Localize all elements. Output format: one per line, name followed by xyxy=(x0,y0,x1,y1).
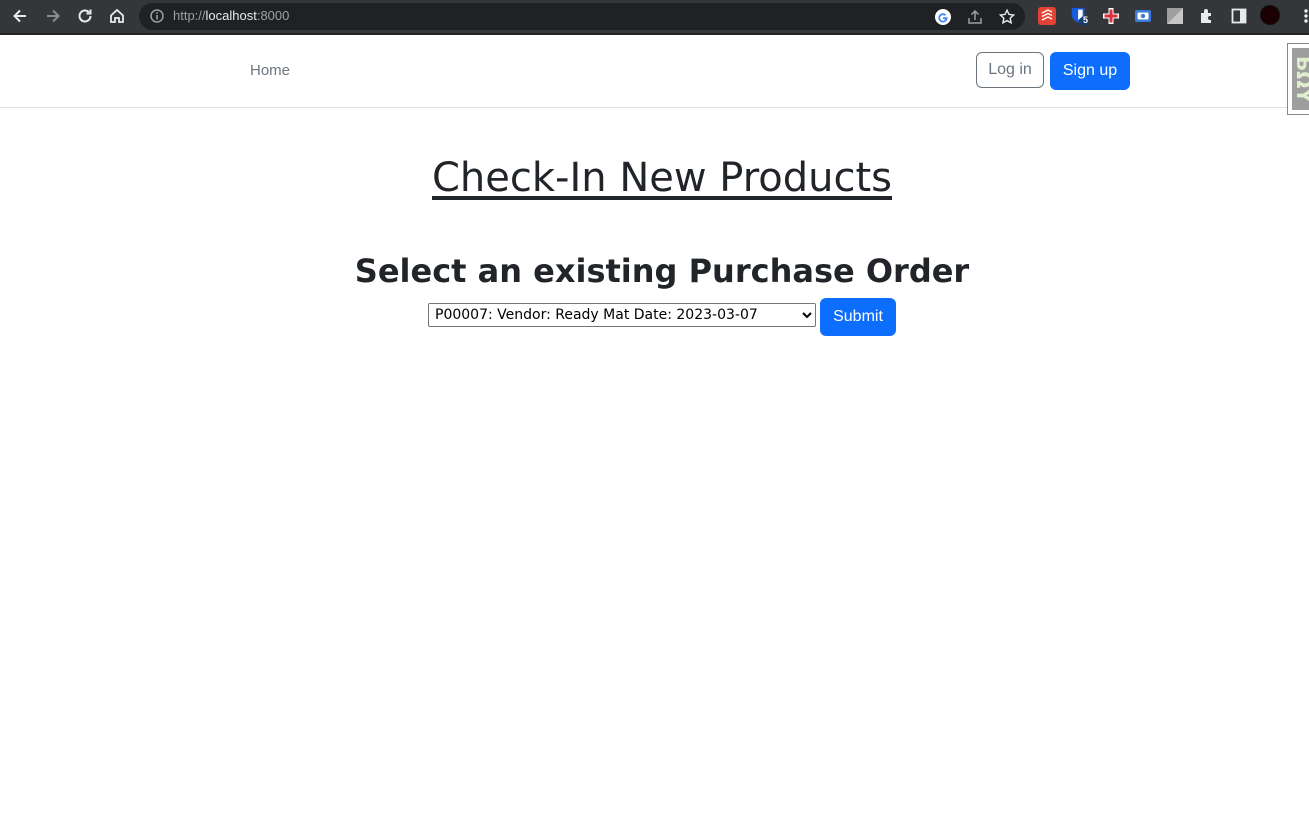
bookmark-star-icon[interactable] xyxy=(997,7,1017,27)
nav-home-link[interactable]: Home xyxy=(250,62,290,79)
menu-icon[interactable] xyxy=(1296,6,1309,26)
info-icon[interactable] xyxy=(149,8,165,28)
address-bar[interactable]: http://localhost:8000 xyxy=(139,3,1025,30)
todoist-icon[interactable] xyxy=(1037,6,1057,26)
forward-icon[interactable] xyxy=(41,4,65,28)
side-panel-icon[interactable] xyxy=(1229,6,1249,26)
url-text: http://localhost:8000 xyxy=(173,8,289,23)
extension-badge: 5 xyxy=(1083,15,1089,25)
reload-icon[interactable] xyxy=(73,4,97,28)
medical-cross-icon[interactable] xyxy=(1101,6,1121,26)
section-title: Select an existing Purchase Order xyxy=(354,252,970,290)
bitwarden-icon[interactable]: 5 xyxy=(1069,6,1089,26)
submit-button[interactable]: Submit xyxy=(820,298,896,336)
side-widget-label: БΩΥ xyxy=(1292,48,1309,110)
puzzle-icon[interactable] xyxy=(1197,6,1217,26)
url-port: :8000 xyxy=(256,8,290,23)
url-scheme: http:// xyxy=(173,8,206,23)
share-icon[interactable] xyxy=(965,7,985,27)
side-widget[interactable]: БΩΥ xyxy=(1287,43,1309,115)
google-icon[interactable] xyxy=(933,7,953,27)
purchase-order-select[interactable]: P00007: Vendor: Ready Mat Date: 2023-03-… xyxy=(428,303,816,327)
site-navbar: Home Log in Sign up xyxy=(0,35,1309,108)
gray-square-icon[interactable] xyxy=(1165,6,1185,26)
signup-button[interactable]: Sign up xyxy=(1050,52,1130,90)
screen-capture-icon[interactable] xyxy=(1133,6,1153,26)
page-title: Check-In New Products xyxy=(431,155,893,201)
login-button[interactable]: Log in xyxy=(976,52,1044,88)
home-icon[interactable] xyxy=(105,4,129,28)
url-host: localhost xyxy=(205,8,257,23)
profile-avatar-icon[interactable] xyxy=(1260,5,1280,25)
browser-toolbar: http://localhost:8000 5 xyxy=(0,0,1309,35)
back-icon[interactable] xyxy=(8,4,32,28)
